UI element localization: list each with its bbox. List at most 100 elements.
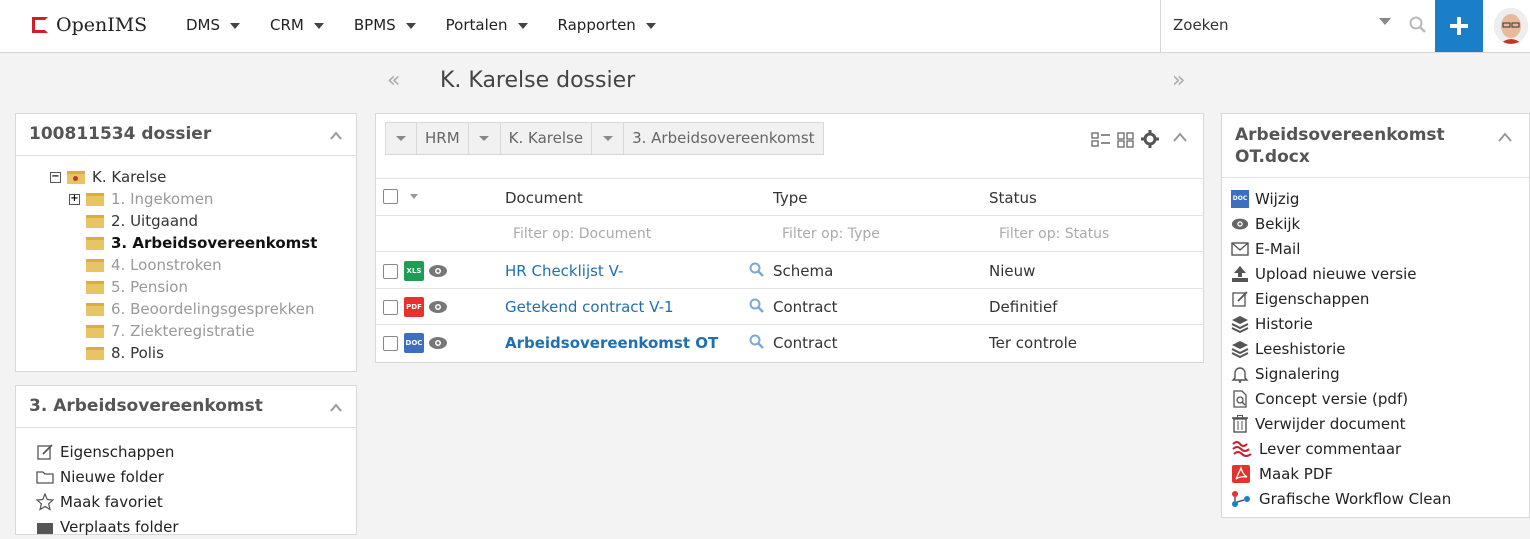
row-checkbox[interactable] — [383, 336, 398, 351]
menu-dms-label: DMS — [186, 16, 221, 34]
action-verplaats-folder[interactable]: Verplaats folder — [36, 514, 179, 539]
breadcrumb-dropdown[interactable] — [592, 122, 625, 155]
menu-bpms[interactable]: BPMS — [354, 16, 416, 34]
column-header-type[interactable]: Type — [773, 189, 807, 207]
dossier-folder-icon — [67, 170, 85, 184]
table-row[interactable]: PDF Getekend contract V-1 Contract Defin… — [376, 289, 1204, 325]
breadcrumb-item[interactable]: HRM — [417, 122, 469, 155]
action-email[interactable]: E-Mail — [1231, 236, 1451, 261]
search-icon[interactable] — [749, 334, 765, 350]
doc-file-icon: DOC — [1231, 189, 1249, 208]
search-input[interactable] — [1171, 15, 1371, 35]
eye-icon[interactable] — [428, 336, 448, 350]
menu-bpms-label: BPMS — [353, 16, 396, 34]
action-verwijder-document[interactable]: Verwijder document — [1231, 411, 1451, 436]
filter-type-input[interactable] — [780, 225, 980, 243]
tree-root[interactable]: − K. Karelse — [50, 166, 317, 188]
breadcrumb-item[interactable]: K. Karelse — [500, 122, 593, 155]
chevron-up-icon[interactable] — [1173, 131, 1187, 143]
grid-view-icon[interactable] — [1117, 131, 1135, 149]
filter-status-input[interactable] — [997, 225, 1197, 243]
column-header-document[interactable]: Document — [505, 189, 583, 207]
action-historie[interactable]: Historie — [1231, 311, 1451, 336]
action-wijzig[interactable]: DOC Wijzig — [1231, 186, 1451, 211]
action-label: Nieuwe folder — [60, 467, 164, 486]
breadcrumb-dropdown[interactable] — [468, 122, 501, 155]
xls-file-icon: XLS — [404, 261, 424, 281]
action-upload-nieuwe-versie[interactable]: Upload nieuwe versie — [1231, 261, 1451, 286]
chevron-up-icon[interactable] — [330, 130, 342, 142]
tree-item[interactable]: + 1. Ingekomen — [50, 188, 317, 210]
list-view-icon[interactable] — [1091, 131, 1111, 149]
breadcrumb: HRM K. Karelse 3. Arbeidsovereenkomst — [385, 122, 824, 155]
action-label: Maak PDF — [1259, 464, 1334, 483]
search-icon[interactable] — [1409, 16, 1427, 34]
document-status: Ter controle — [989, 334, 1078, 352]
collapse-icon[interactable]: − — [50, 171, 61, 183]
menu-dms[interactable]: DMS — [186, 16, 241, 34]
tree-item[interactable]: 6. Beoordelingsgesprekken — [50, 298, 317, 320]
tree-item[interactable]: 2. Uitgaand — [50, 210, 317, 232]
breadcrumb-item[interactable]: 3. Arbeidsovereenkomst — [624, 122, 824, 155]
action-eigenschappen[interactable]: Eigenschappen — [1231, 286, 1451, 311]
gear-icon[interactable] — [1141, 130, 1159, 148]
document-status: Definitief — [989, 298, 1058, 316]
previous-dossier-button[interactable]: « — [387, 68, 400, 93]
action-maak-favoriet[interactable]: Maak favoriet — [36, 489, 179, 514]
filter-document-input[interactable] — [511, 225, 751, 243]
action-label: E-Mail — [1255, 239, 1301, 258]
chevron-up-icon[interactable] — [330, 402, 342, 414]
user-avatar[interactable] — [1494, 8, 1528, 44]
action-concept-versie-pdf[interactable]: Concept versie (pdf) — [1231, 386, 1451, 411]
action-maak-pdf[interactable]: Maak PDF — [1231, 461, 1451, 486]
folder-outline-icon — [36, 470, 54, 484]
search-icon[interactable] — [749, 298, 765, 314]
eye-icon[interactable] — [428, 300, 448, 314]
action-nieuwe-folder[interactable]: Nieuwe folder — [36, 464, 179, 489]
row-checkbox[interactable] — [383, 300, 398, 315]
action-lever-commentaar[interactable]: Lever commentaar — [1231, 436, 1451, 461]
tree-item[interactable]: 5. Pension — [50, 276, 317, 298]
openims-logo[interactable]: OpenIMS — [32, 14, 147, 36]
tree-item[interactable]: 7. Ziekteregistratie — [50, 320, 317, 342]
select-options-dropdown-icon[interactable] — [410, 194, 418, 199]
next-dossier-button[interactable]: » — [1172, 68, 1185, 93]
search-icon[interactable] — [749, 262, 765, 278]
action-eigenschappen[interactable]: Eigenschappen — [36, 439, 179, 464]
select-all-checkbox[interactable] — [383, 189, 398, 204]
action-label: Concept versie (pdf) — [1255, 389, 1409, 408]
action-signalering[interactable]: Signalering — [1231, 361, 1451, 386]
tree-item-selected[interactable]: 3. Arbeidsovereenkomst — [50, 232, 317, 254]
action-grafische-workflow-clean[interactable]: Grafische Workflow Clean — [1231, 486, 1451, 511]
panel-title: Arbeidsovereenkomst OT.docx — [1235, 124, 1445, 168]
table-row-selected[interactable]: DOC Arbeidsovereenkomst OT Contract Ter … — [376, 325, 1204, 361]
search-box — [1160, 0, 1435, 53]
add-new-button[interactable] — [1435, 0, 1483, 52]
menu-portalen[interactable]: Portalen — [446, 16, 528, 34]
plus-icon — [1450, 17, 1468, 35]
tree-item[interactable]: 4. Loonstroken — [50, 254, 317, 276]
chevron-up-icon[interactable] — [1498, 131, 1512, 143]
table-row[interactable]: XLS HR Checklijst V- Schema Nieuw — [376, 253, 1204, 289]
eye-icon[interactable] — [428, 264, 448, 278]
document-link[interactable]: Arbeidsovereenkomst OT — [505, 334, 718, 352]
menu-crm-label: CRM — [270, 16, 304, 34]
menu-rapporten[interactable]: Rapporten — [558, 16, 656, 34]
action-label: Verwijder document — [1255, 414, 1406, 433]
menu-portalen-label: Portalen — [445, 16, 508, 34]
action-leeshistorie[interactable]: Leeshistorie — [1231, 336, 1451, 361]
document-link[interactable]: Getekend contract V-1 — [505, 298, 674, 316]
folder-icon — [86, 280, 104, 294]
search-scope-dropdown-icon[interactable] — [1379, 18, 1391, 25]
column-header-status[interactable]: Status — [989, 189, 1037, 207]
tree-item[interactable]: 8. Polis — [50, 342, 317, 364]
menu-crm[interactable]: CRM — [270, 16, 324, 34]
row-checkbox[interactable] — [383, 264, 398, 279]
breadcrumb-dropdown[interactable] — [385, 122, 417, 155]
expand-icon[interactable]: + — [69, 193, 80, 205]
chevron-down-icon — [479, 136, 490, 141]
tree-item-label: 3. Arbeidsovereenkomst — [111, 234, 318, 252]
filter-row — [376, 216, 1204, 252]
action-bekijk[interactable]: Bekijk — [1231, 211, 1451, 236]
document-link[interactable]: HR Checklijst V- — [505, 262, 623, 280]
